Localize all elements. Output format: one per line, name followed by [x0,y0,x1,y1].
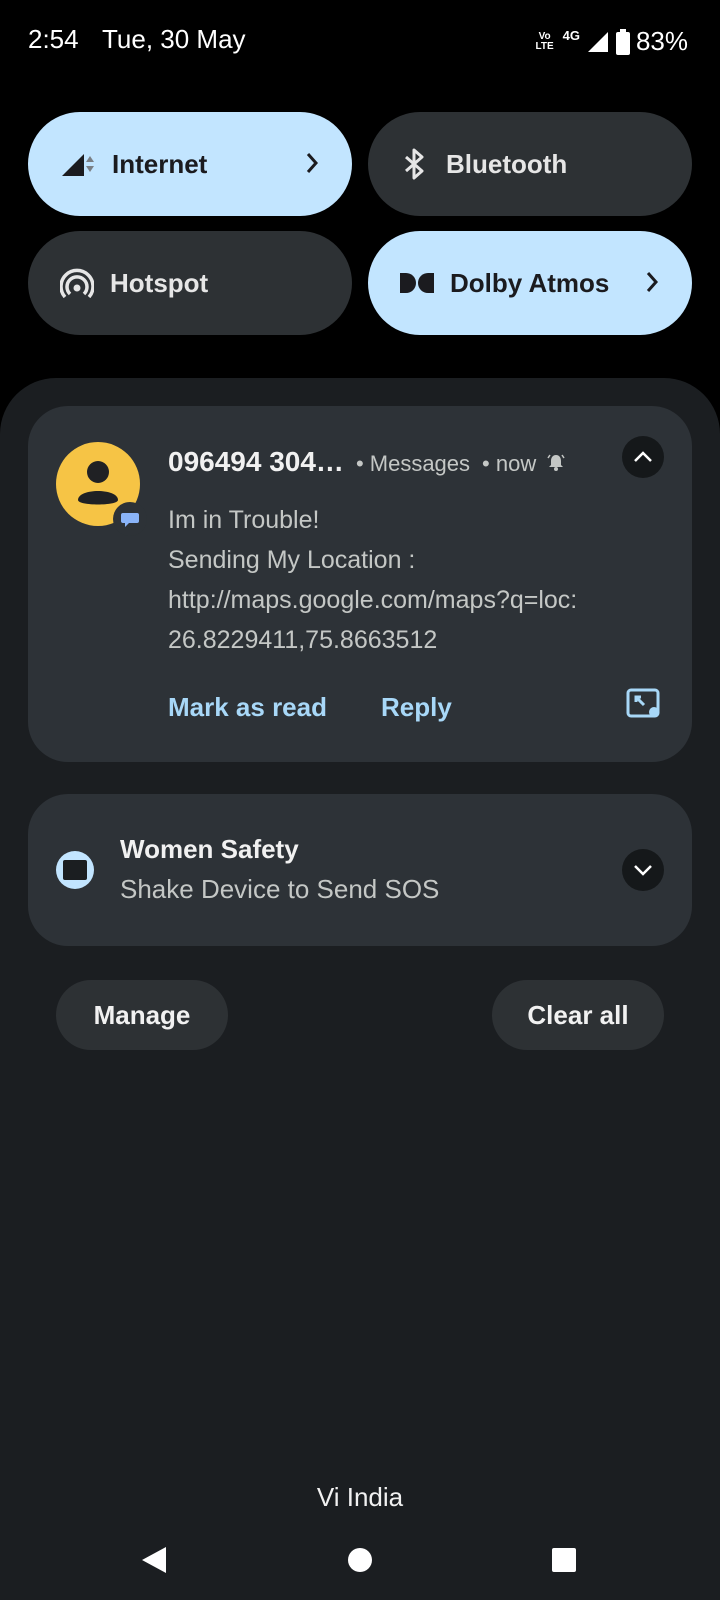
notification-text: Shake Device to Send SOS [120,874,440,904]
recents-icon [552,1548,576,1572]
tile-label: Bluetooth [446,148,568,179]
home-button[interactable] [330,1530,390,1590]
tile-label: Dolby Atmos [450,267,610,298]
manage-button[interactable]: Manage [56,980,228,1050]
back-icon [142,1547,166,1573]
recents-button[interactable] [534,1530,594,1590]
network-type: 4G [562,28,580,43]
tile-bluetooth[interactable]: Bluetooth [368,112,692,216]
dolby-icon [400,273,434,293]
chevron-right-icon [646,272,659,292]
tile-hotspot[interactable]: Hotspot [28,231,352,335]
signal-icon [587,31,608,52]
cellular-signal-icon [62,154,94,176]
mark-as-read-button[interactable]: Mark as read [168,692,327,723]
message-line: http://maps.google.com/maps?q=loc: [168,586,578,614]
collapse-button[interactable] [622,436,664,478]
women-safety-notification[interactable]: Women Safety Shake Device to Send SOS [28,794,692,946]
chevron-right-icon [306,153,319,173]
message-line: Im in Trouble! [168,506,320,534]
open-bubble-icon[interactable] [626,688,662,720]
messages-badge-icon [113,502,147,536]
notification-title: Women Safety [120,834,299,864]
date: Tue, 30 May [102,24,246,54]
sender: 096494 304… [168,446,344,477]
tile-dolby-atmos[interactable]: Dolby Atmos [368,231,692,335]
volte-icon: Vo LTE [535,30,554,52]
message-line: Sending My Location : [168,546,416,574]
tile-label: Hotspot [110,267,209,298]
app-icon [56,851,94,889]
expand-button[interactable] [622,849,664,891]
back-button[interactable] [124,1530,184,1590]
hotspot-icon [60,268,94,298]
home-icon [348,1548,372,1572]
notification-header: 096494 304… • Messages • now [168,446,566,478]
reply-button[interactable]: Reply [381,692,452,723]
chevron-down-icon [634,865,652,876]
clear-all-button[interactable]: Clear all [492,980,664,1050]
bluetooth-icon [405,148,424,180]
message-line: 26.8229411,75.8663512 [168,626,438,654]
message-notification[interactable]: 096494 304… • Messages • now Im in Troub… [28,406,692,762]
alarm-bell-icon [547,454,565,471]
navigation-bar [0,1530,720,1600]
chevron-up-icon [634,451,652,462]
message-body: Im in Trouble! Sending My Location : htt… [168,500,668,660]
status-icons: Vo LTE 4G 83% [533,26,688,57]
status-bar: 2:54 Tue, 30 May Vo LTE 4G 83% [0,0,720,86]
carrier-label: Vi India [316,1482,404,1512]
tile-internet[interactable]: Internet [28,112,352,216]
tile-label: Internet [112,148,208,179]
clock: 2:54 [28,24,79,54]
battery-icon [615,28,630,55]
battery-percent: 83% [635,26,688,56]
timestamp: • now [482,451,537,476]
app-name: • Messages [355,451,471,476]
